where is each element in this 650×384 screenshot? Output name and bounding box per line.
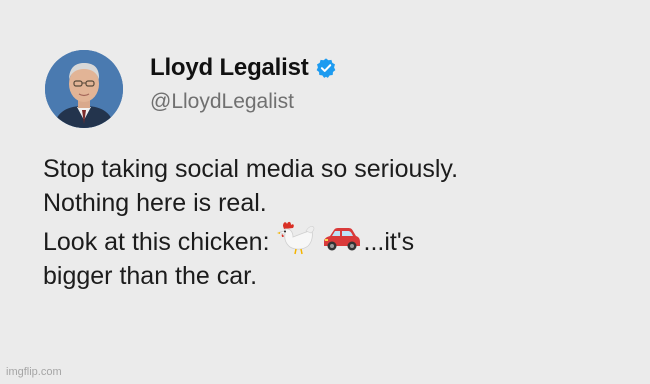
car-icon [323,228,360,251]
tweet-card: Lloyd Legalist @LloydLegalist Stop takin… [0,0,650,384]
tweet-line-4: bigger than the car. [43,262,258,290]
tweet-text: Stop taking social media so seriously. N… [43,152,633,293]
tweet-line-2: Nothing here is real. [43,189,267,217]
tweet-line-3: Look at this chicken: ...it's [43,220,633,259]
chicken-icon [276,221,314,255]
verified-badge-icon [316,58,335,78]
tweet-line-3-end: ...it's [363,228,415,256]
author-name-text[interactable]: Lloyd Legalist [150,54,309,82]
avatar[interactable] [45,50,123,128]
tweet-line-3-start: Look at this chicken: [43,228,270,256]
profile-photo-icon [45,50,123,128]
tweet-line-1: Stop taking social media so seriously. [43,155,459,183]
author-name[interactable]: Lloyd Legalist [150,54,337,82]
author-handle[interactable]: @LloydLegalist [150,90,294,114]
imgflip-watermark: imgflip.com [6,366,62,378]
